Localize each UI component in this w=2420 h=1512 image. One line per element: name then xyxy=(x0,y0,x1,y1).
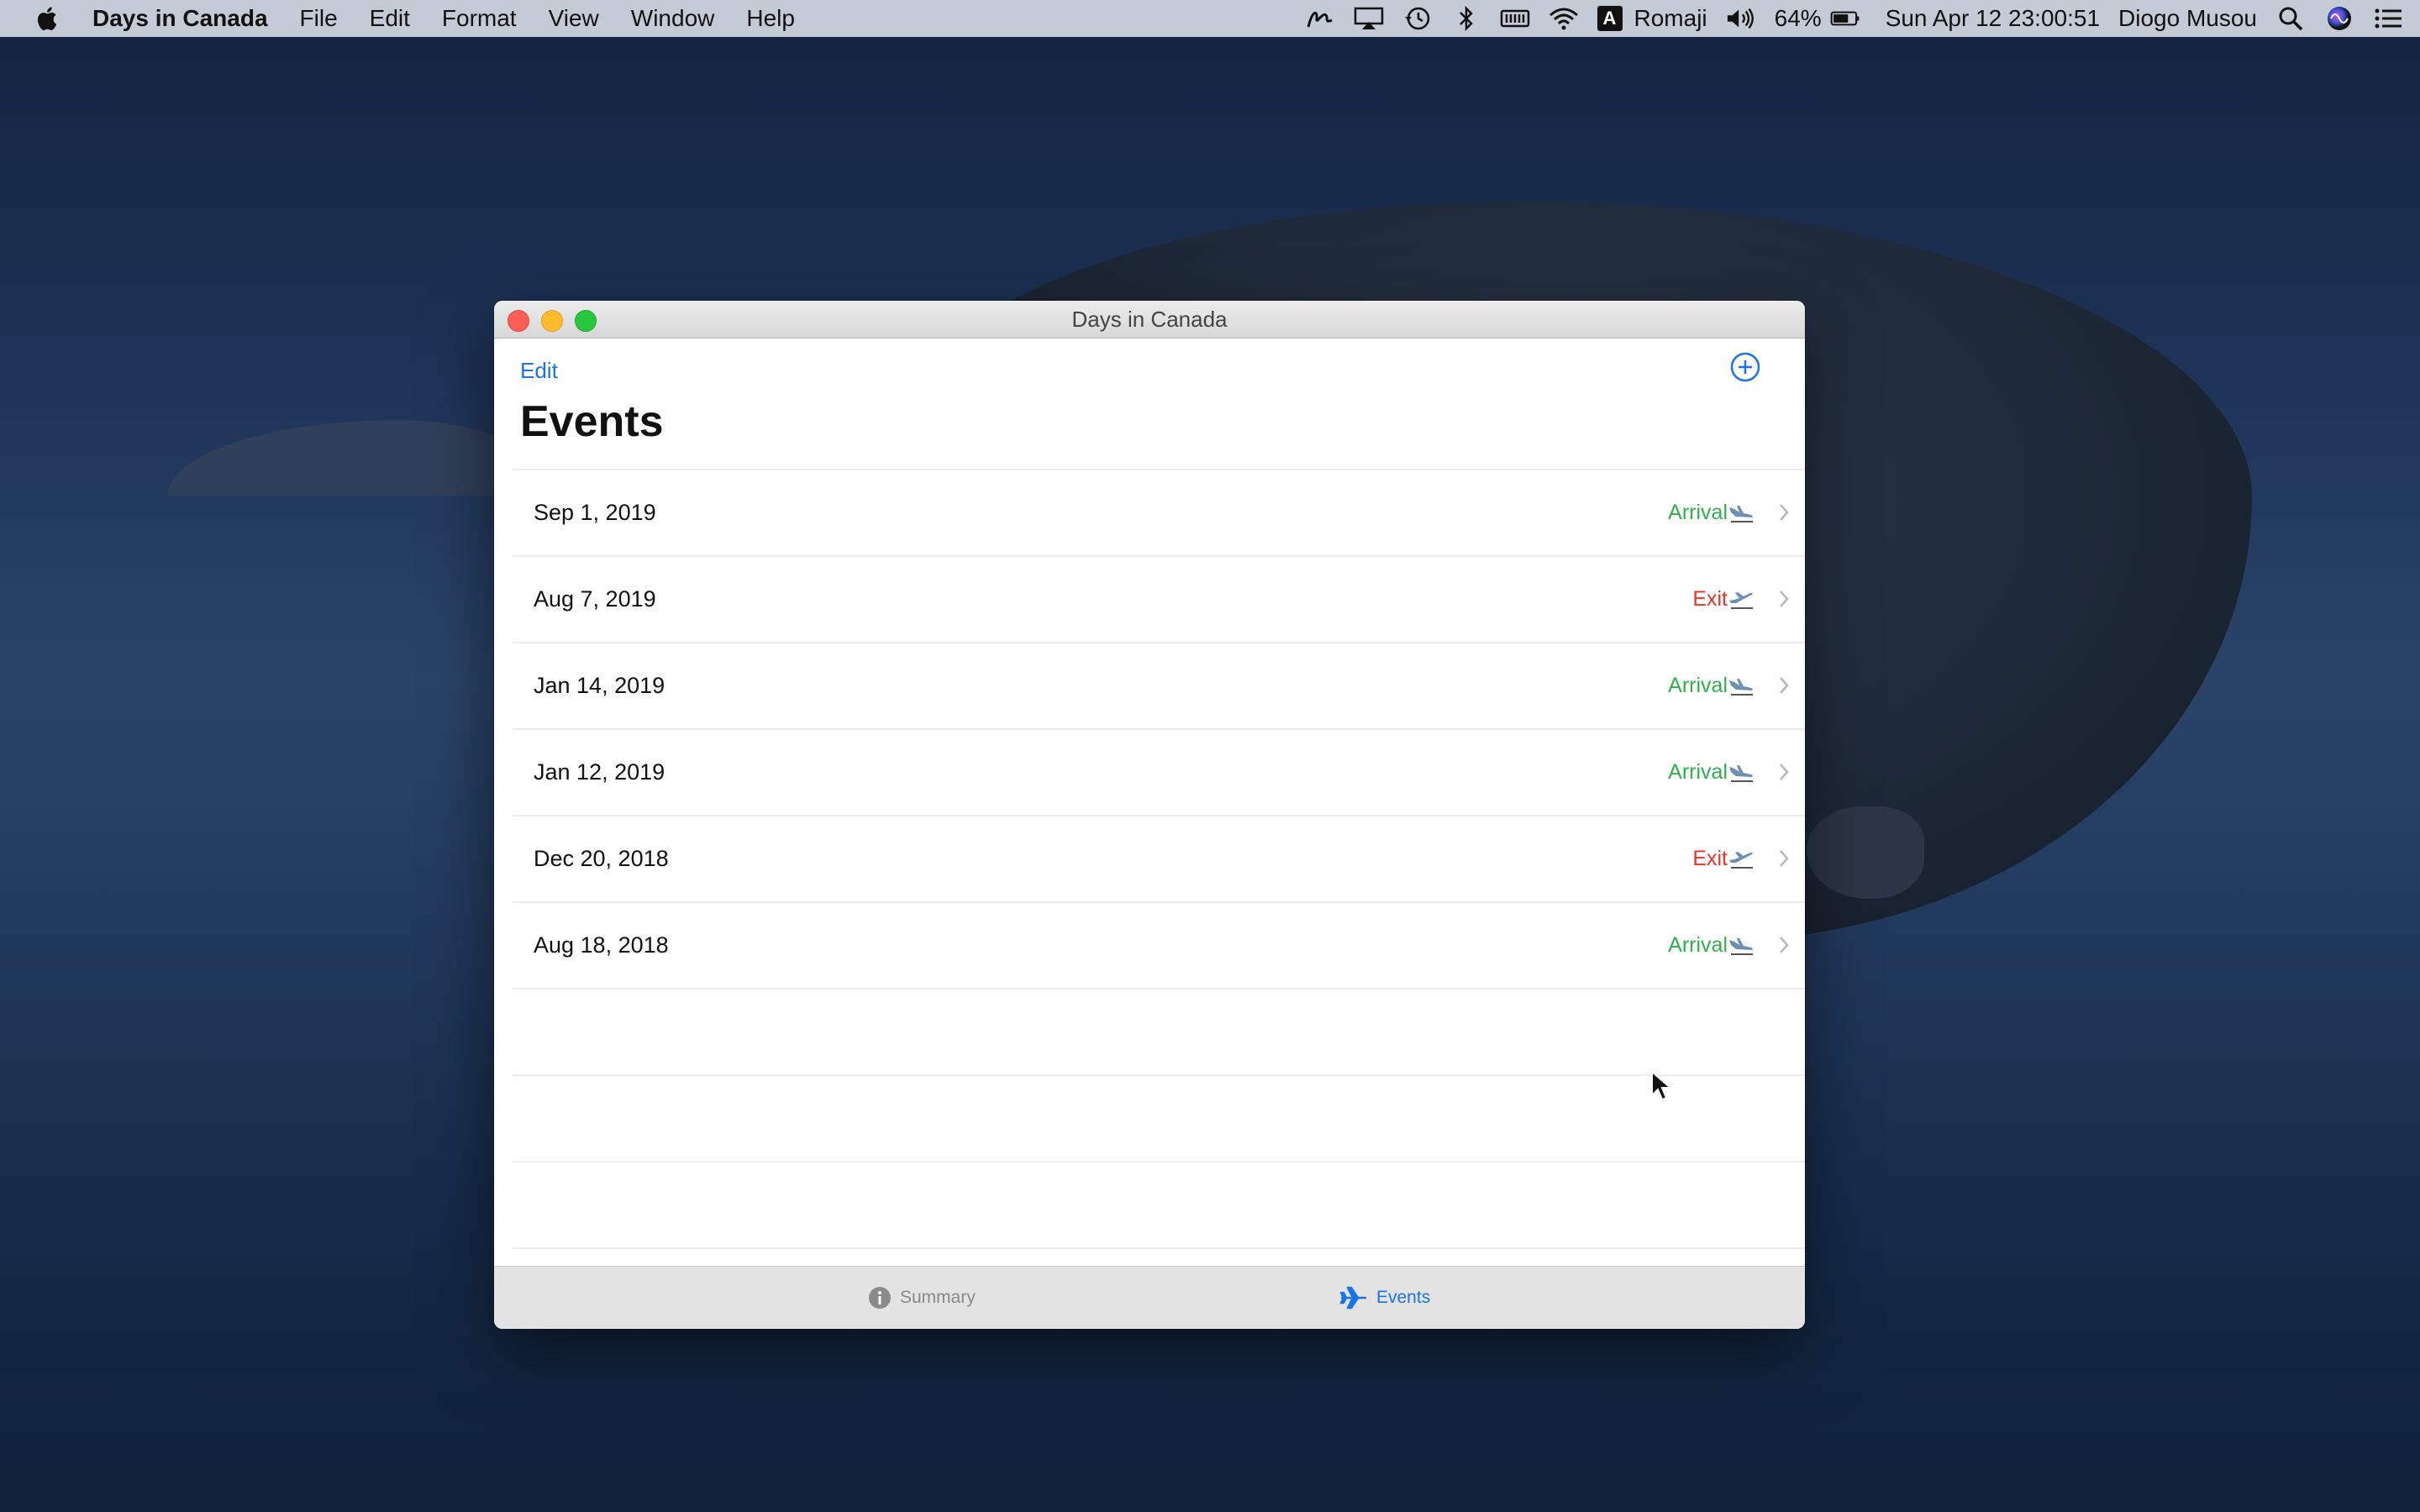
menu-view[interactable]: View xyxy=(549,5,599,32)
info-icon xyxy=(869,1287,891,1309)
battery-icon[interactable] xyxy=(1830,6,1860,31)
apple-icon[interactable] xyxy=(34,5,59,32)
menu-window[interactable]: Window xyxy=(631,5,715,32)
plane-arrival-icon xyxy=(1729,765,1753,782)
tab-bar: Summary Events xyxy=(494,1266,1805,1329)
plane-arrival-icon xyxy=(1729,938,1753,955)
event-type: Exit xyxy=(1692,587,1728,611)
chevron-right-icon xyxy=(1780,504,1789,521)
chevron-right-icon xyxy=(1780,764,1789,780)
app-window: Days in Canada Edit Events Sep 1, 2019 A… xyxy=(494,301,1805,1329)
empty-row xyxy=(513,1163,1805,1249)
bluetooth-icon[interactable] xyxy=(1451,6,1481,31)
menu-help[interactable]: Help xyxy=(746,5,795,32)
wifi-icon[interactable] xyxy=(1549,6,1579,31)
spotlight-icon[interactable] xyxy=(2275,6,2306,31)
event-type: Arrival xyxy=(1668,501,1728,524)
events-list: Sep 1, 2019 Arrival Aug 7, 2019 Exit Jan… xyxy=(494,469,1805,1249)
tab-summary-label: Summary xyxy=(900,1288,976,1307)
window-titlebar[interactable]: Days in Canada xyxy=(494,301,1805,339)
input-method-label[interactable]: Romaji xyxy=(1634,5,1707,32)
plane-arrival-icon xyxy=(1729,506,1753,522)
chevron-right-icon xyxy=(1780,591,1789,607)
event-date: Jan 12, 2019 xyxy=(534,759,666,785)
keyboard-battery-icon[interactable] xyxy=(1500,6,1530,31)
event-type: Arrival xyxy=(1668,674,1728,697)
event-row[interactable]: Jan 14, 2019 Arrival xyxy=(513,643,1805,730)
airplane-icon xyxy=(1339,1286,1366,1310)
chevron-right-icon xyxy=(1780,850,1789,867)
menu-bar: Days in Canada File Edit Format View Win… xyxy=(0,0,2420,37)
chevron-right-icon xyxy=(1780,937,1789,953)
menu-edit[interactable]: Edit xyxy=(370,5,410,32)
page-title: Events xyxy=(520,397,664,446)
event-date: Aug 7, 2019 xyxy=(534,586,656,612)
edit-button[interactable]: Edit xyxy=(520,358,558,384)
notification-center-icon[interactable] xyxy=(2373,6,2403,31)
window-title: Days in Canada xyxy=(1071,307,1228,332)
chevron-right-icon xyxy=(1780,677,1789,694)
input-source-badge[interactable]: A xyxy=(1597,6,1623,31)
siri-icon[interactable] xyxy=(2324,6,2354,31)
event-type: Arrival xyxy=(1668,933,1728,957)
event-row[interactable]: Sep 1, 2019 Arrival xyxy=(513,469,1805,557)
time-machine-icon[interactable] xyxy=(1402,6,1433,31)
event-date: Dec 20, 2018 xyxy=(534,846,669,871)
menubar-clock[interactable]: Sun Apr 12 23:00:51 xyxy=(1886,5,2100,32)
event-date: Sep 1, 2019 xyxy=(534,500,656,525)
event-row[interactable]: Aug 18, 2018 Arrival xyxy=(513,903,1805,990)
mouse-pointer-icon xyxy=(1651,1070,1672,1101)
plane-departure-icon xyxy=(1729,592,1753,609)
event-row[interactable]: Aug 7, 2019 Exit xyxy=(513,557,1805,643)
battery-percent[interactable]: 64% xyxy=(1775,5,1822,32)
plane-arrival-icon xyxy=(1729,679,1753,696)
navigation-bar: Edit Events xyxy=(494,338,1805,446)
menubar-user[interactable]: Diogo Musou xyxy=(2118,5,2257,32)
event-date: Jan 14, 2019 xyxy=(534,673,666,698)
event-row[interactable]: Jan 12, 2019 Arrival xyxy=(513,730,1805,816)
tab-events[interactable]: Events xyxy=(1339,1267,1430,1329)
tab-summary[interactable]: Summary xyxy=(868,1267,976,1329)
empty-row xyxy=(513,990,1805,1076)
empty-row xyxy=(513,1076,1805,1163)
wallpaper-rock xyxy=(1807,806,1924,899)
plane-departure-icon xyxy=(1729,852,1753,869)
airplay-icon[interactable] xyxy=(1354,6,1384,31)
event-type: Exit xyxy=(1692,847,1728,870)
plus-circle-icon[interactable] xyxy=(1729,351,1761,383)
event-date: Aug 18, 2018 xyxy=(534,932,669,958)
event-type: Arrival xyxy=(1668,760,1728,784)
menu-file[interactable]: File xyxy=(300,5,338,32)
menu-format[interactable]: Format xyxy=(442,5,517,32)
volume-icon[interactable] xyxy=(1726,6,1756,31)
event-row[interactable]: Dec 20, 2018 Exit xyxy=(513,816,1805,903)
tab-events-label: Events xyxy=(1376,1288,1431,1307)
signature-icon[interactable] xyxy=(1305,6,1335,31)
menu-app-name[interactable]: Days in Canada xyxy=(92,5,268,32)
